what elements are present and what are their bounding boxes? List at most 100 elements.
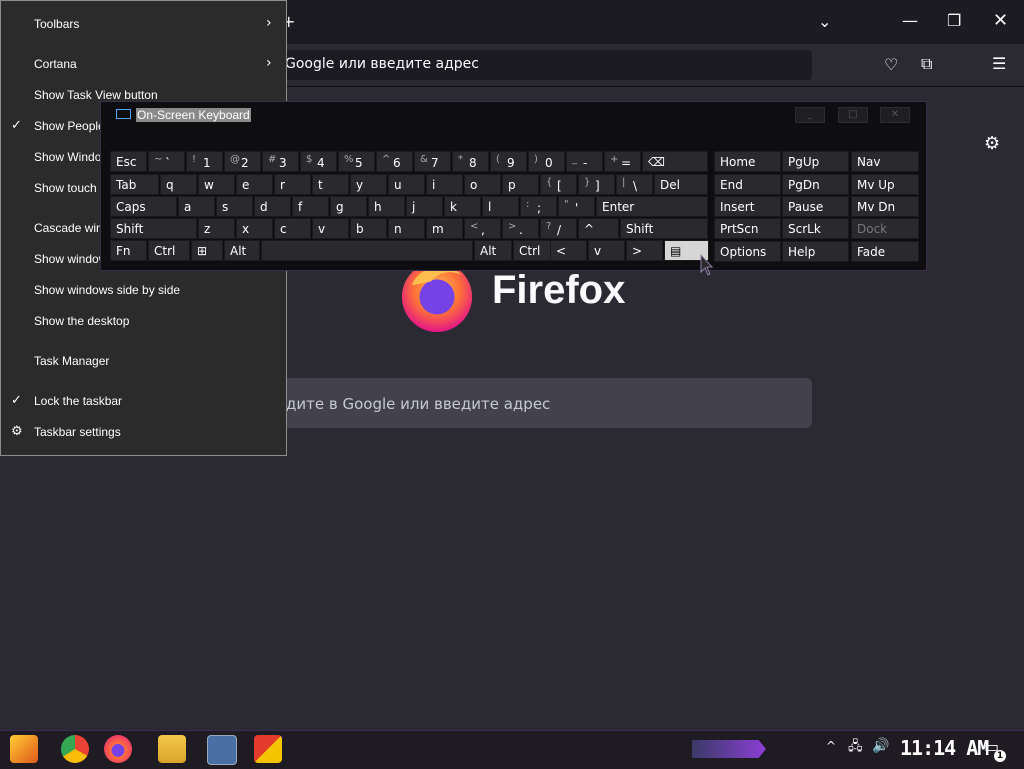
osk-maximize-button[interactable]: □ — [838, 107, 868, 123]
osk-key[interactable]: @2 — [224, 151, 261, 172]
network-icon[interactable]: 🖧 — [848, 740, 863, 753]
osk-key[interactable]: >. — [502, 218, 539, 239]
osk-key[interactable]: ScrLk — [782, 218, 849, 239]
osk-key[interactable]: & 7 — [414, 151, 451, 172]
osk-key[interactable]: Nav — [851, 151, 919, 172]
osk-key[interactable]: _ - — [566, 151, 603, 172]
osk-key[interactable]: (9 — [490, 151, 527, 172]
osk-key[interactable]: < — [550, 240, 587, 261]
osk-close-button[interactable]: ✕ — [880, 107, 910, 123]
osk-key[interactable]: <, — [464, 218, 501, 239]
volume-icon[interactable]: 🔊 — [872, 739, 889, 753]
osk-key[interactable]: {[ — [540, 174, 577, 195]
osk-key[interactable]: n — [388, 218, 425, 239]
osk-key[interactable]: s — [216, 196, 253, 217]
chrome-taskbar-icon[interactable] — [61, 735, 89, 763]
osk-key[interactable]: m — [426, 218, 463, 239]
esc-key[interactable]: Esc — [110, 151, 147, 172]
osk-key[interactable]: ! 1 — [186, 151, 223, 172]
osk-key[interactable]: Alt — [224, 240, 260, 261]
spacebar-key[interactable] — [261, 240, 473, 261]
osk-key[interactable]: * 8 — [452, 151, 489, 172]
osk-key[interactable]: ⊞ — [191, 240, 223, 261]
osk-key[interactable]: #3 — [262, 151, 299, 172]
osk-key[interactable]: > — [626, 240, 663, 261]
osk-key[interactable]: i — [426, 174, 463, 195]
osk-key[interactable]: g — [330, 196, 367, 217]
osk-key[interactable]: ) 0 — [528, 151, 565, 172]
osk-key[interactable]: | \ — [616, 174, 653, 195]
osk-key[interactable]: :; — [520, 196, 557, 217]
pocket-icon[interactable]: ♡ — [884, 57, 898, 73]
osk-key[interactable]: r — [274, 174, 311, 195]
osk-key[interactable]: Dock — [851, 218, 919, 239]
osk-key[interactable]: e — [236, 174, 273, 195]
start-button[interactable] — [10, 735, 38, 763]
osk-key[interactable]: ~ ` — [148, 151, 185, 172]
close-window-button[interactable]: ✕ — [993, 12, 1008, 30]
osk-key[interactable]: % 5 — [338, 151, 375, 172]
osk-key[interactable]: f — [292, 196, 329, 217]
minimize-window-button[interactable]: — — [902, 13, 918, 29]
osk-key[interactable]: ^ — [578, 218, 619, 239]
osk-minimize-button[interactable]: _ — [795, 107, 825, 123]
osk-key[interactable]: $4 — [300, 151, 337, 172]
osk-key[interactable]: Del — [654, 174, 708, 195]
osk-key[interactable]: Options — [714, 241, 781, 262]
osk-key[interactable]: Caps — [110, 196, 177, 217]
osk-key[interactable]: w — [198, 174, 235, 195]
osk-key[interactable]: Tab — [110, 174, 159, 195]
osk-key[interactable]: p — [502, 174, 539, 195]
osk-key[interactable]: c — [274, 218, 311, 239]
osk-key[interactable]: u — [388, 174, 425, 195]
osk-key[interactable]: Pause — [782, 196, 849, 217]
osk-key[interactable]: Mv Dn — [851, 196, 919, 217]
osk-key[interactable]: v — [588, 240, 625, 261]
osk-key[interactable]: v — [312, 218, 349, 239]
osk-key[interactable]: a — [178, 196, 215, 217]
osk-key[interactable]: " ' — [558, 196, 595, 217]
osk-key[interactable]: PgUp — [782, 151, 849, 172]
file-explorer-taskbar-icon[interactable] — [158, 735, 186, 763]
osk-key[interactable]: PrtScn — [714, 218, 781, 239]
osk-key[interactable]: End — [714, 174, 781, 195]
osk-key[interactable]: ? / — [540, 218, 577, 239]
osk-key[interactable]: Alt — [474, 240, 512, 261]
osk-key[interactable]: ^ 6 — [376, 151, 413, 172]
osk-key[interactable]: + = — [604, 151, 641, 172]
app-menu-icon[interactable]: ☰ — [992, 56, 1006, 72]
osk-key[interactable]: l — [482, 196, 519, 217]
osk-key[interactable]: j — [406, 196, 443, 217]
osk-key[interactable]: Shift — [620, 218, 708, 239]
extensions-icon[interactable]: ⧉ — [921, 56, 932, 72]
osk-key[interactable]: x — [236, 218, 273, 239]
osk-key[interactable]: k — [444, 196, 481, 217]
osk-key[interactable]: Fn — [110, 240, 147, 261]
osk-key[interactable]: Home — [714, 151, 781, 172]
osk-key[interactable]: Insert — [714, 196, 781, 217]
osk-key[interactable]: }] — [578, 174, 615, 195]
osk-key[interactable]: z — [198, 218, 235, 239]
osk-key[interactable]: y — [350, 174, 387, 195]
firefox-taskbar-icon[interactable] — [104, 735, 132, 763]
show-hidden-icons-chevron-icon[interactable]: ^ — [826, 740, 836, 752]
osk-key[interactable]: h — [368, 196, 405, 217]
osk-key[interactable]: d — [254, 196, 291, 217]
taskbar-clock[interactable]: 11:14 AM — [900, 736, 989, 760]
osk-key[interactable]: q — [160, 174, 197, 195]
app-taskbar-icon[interactable] — [254, 735, 282, 763]
settings-gear-icon[interactable]: ⚙ — [984, 135, 1000, 153]
osk-key[interactable]: Fade — [851, 241, 919, 262]
backspace-key[interactable]: ⌫ — [642, 151, 708, 172]
on-screen-keyboard-taskbar-icon[interactable] — [207, 735, 237, 765]
osk-key[interactable]: Ctrl — [148, 240, 190, 261]
osk-key[interactable]: o — [464, 174, 501, 195]
osk-key[interactable]: PgDn — [782, 174, 849, 195]
osk-key[interactable]: Enter — [596, 196, 708, 217]
osk-key[interactable]: Shift — [110, 218, 197, 239]
osk-key[interactable]: t — [312, 174, 349, 195]
list-all-tabs-chevron-icon[interactable]: ⌄ — [818, 14, 831, 30]
osk-key[interactable]: Mv Up — [851, 174, 919, 195]
osk-key[interactable]: Help — [782, 241, 849, 262]
osk-key[interactable]: b — [350, 218, 387, 239]
